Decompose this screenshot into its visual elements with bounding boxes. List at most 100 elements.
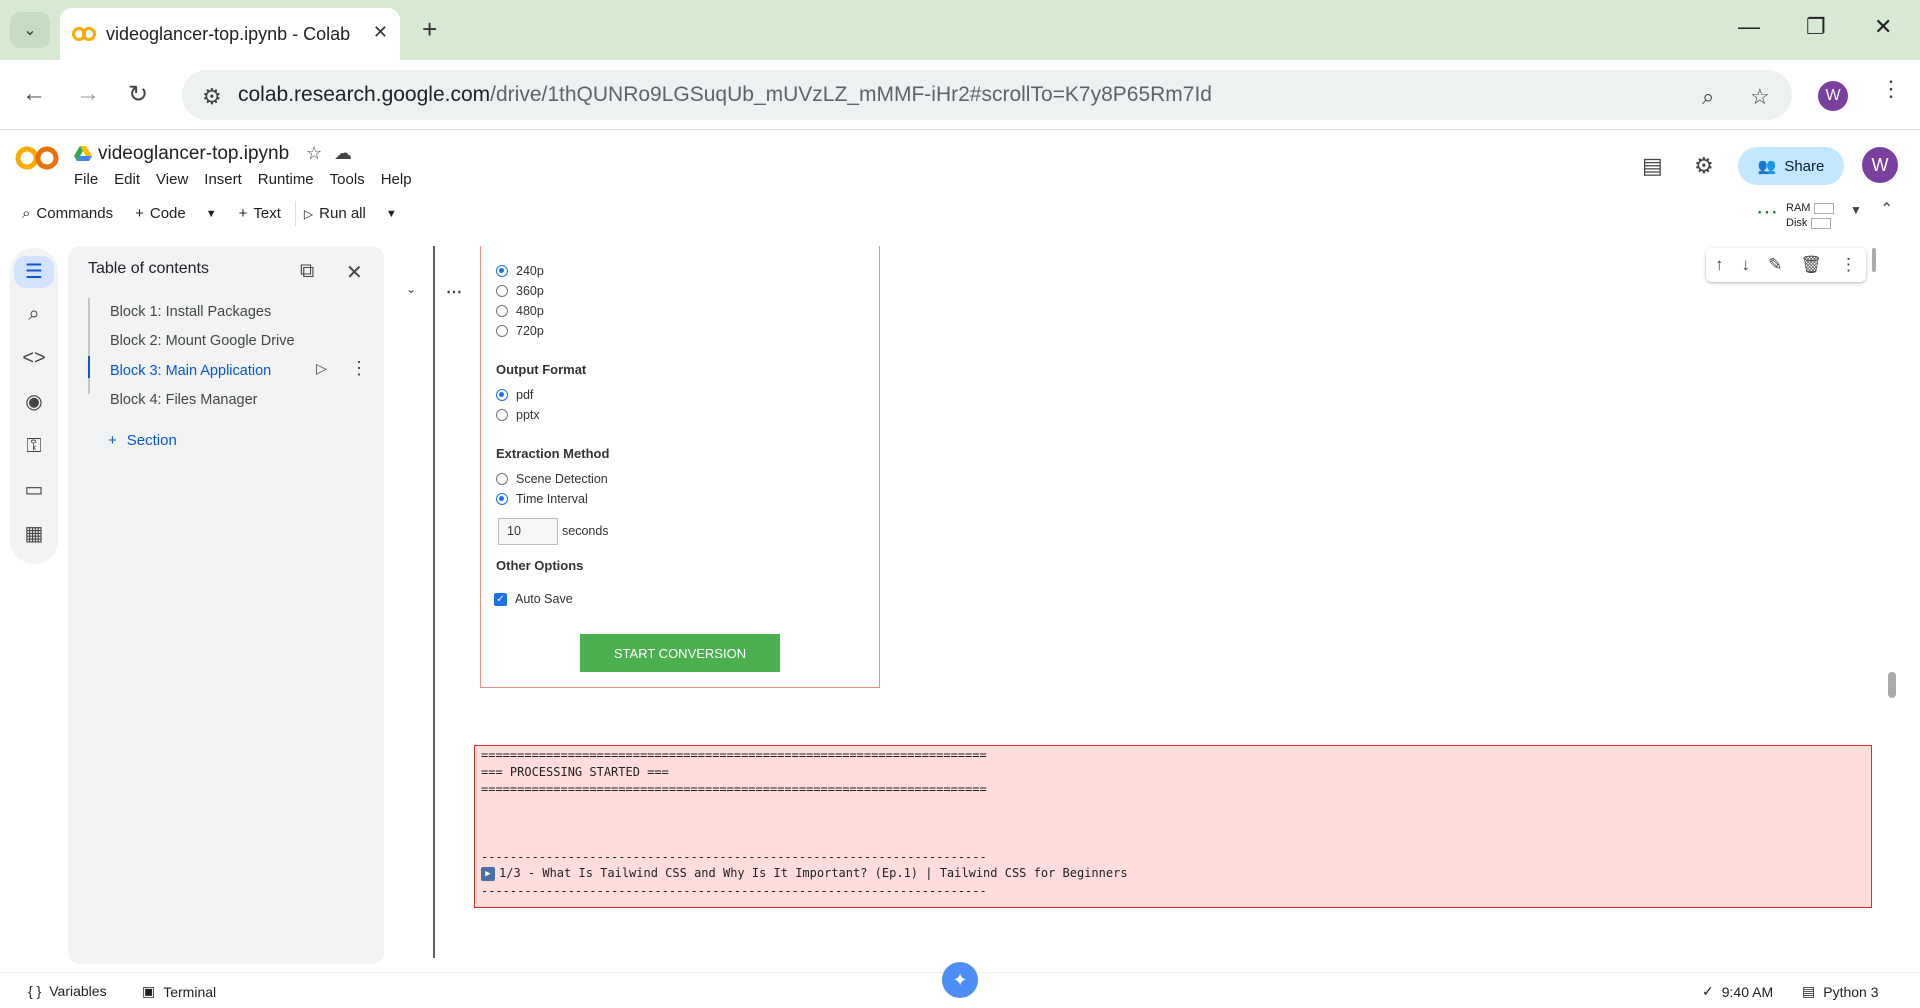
interval-unit: seconds [562,524,609,538]
code-snippets-icon[interactable]: <> [22,346,46,370]
radio-dot [496,305,508,317]
radio-pptx[interactable]: pptx [496,408,540,422]
run-section-icon[interactable]: ▷ [316,360,327,377]
toc-item-active[interactable]: Block 3: Main Application [110,363,271,379]
share-button[interactable]: 👥 Share [1738,147,1844,185]
files-folder-icon[interactable]: ▭ [22,478,46,502]
cell-toolbar: ↑ ↓ ✎ 🗑 ⋮ [1706,248,1866,282]
edit-pencil-icon[interactable]: ✎ [1768,255,1782,275]
radio-scene-detection[interactable]: Scene Detection [496,472,608,486]
colab-logo [15,146,59,170]
close-window-button[interactable]: ✕ [1874,14,1892,40]
comments-icon[interactable]: ▤ [1642,153,1663,179]
add-code-button[interactable]: + Code ▼ [127,201,225,226]
reload-button[interactable]: ↻ [128,80,148,109]
radio-240p[interactable]: 240p [496,264,544,278]
page-scrollbar-thumb[interactable] [1888,672,1896,698]
forward-button[interactable]: → [76,80,100,108]
radio-480p[interactable]: 480p [496,304,544,318]
secrets-key-icon[interactable]: ⚿ [22,434,46,458]
output-line: ----------------------------------------… [481,884,987,898]
add-text-button[interactable]: + Text [231,201,289,226]
toc-item[interactable]: Block 2: Mount Google Drive [110,333,295,349]
terminal-label: Terminal [163,983,217,1000]
menu-edit[interactable]: Edit [114,171,140,188]
url-bar[interactable]: ⚙ colab.research.google.com/drive/1thQUN… [182,70,1792,120]
auto-save-checkbox[interactable]: ✓ Auto Save [494,592,573,606]
execution-status[interactable]: ✓ 9:40 AM [1702,983,1773,1000]
variables-eye-icon[interactable]: ◉ [22,390,46,414]
collapse-cell-chevron-icon[interactable]: ⌄ [406,282,416,296]
browser-menu-icon[interactable]: ⋮ [1880,76,1902,102]
notebook-title[interactable]: videoglancer-top.ipynb [98,143,289,165]
start-conversion-button[interactable]: START CONVERSION [580,634,780,672]
gemini-sparkle-button[interactable]: ✦ [942,962,978,998]
toc-icon[interactable]: ☰ [14,256,54,288]
address-bar-row: ← → ↻ ⚙ colab.research.google.com/drive/… [0,60,1920,130]
bookmark-star-icon[interactable]: ☆ [1750,84,1770,110]
radio-pdf[interactable]: pdf [496,388,533,402]
find-replace-icon[interactable]: ⌕ [22,302,46,326]
collapse-header-icon[interactable]: ⌃ [1880,199,1893,219]
connected-indicator-icon[interactable]: ⋯ [1756,199,1778,225]
restore-button[interactable]: ❐ [1806,14,1826,40]
menu-help[interactable]: Help [381,171,412,188]
radio-dot [496,325,508,337]
run-all-button[interactable]: ▷ Run all ▼ [294,201,405,226]
section-more-icon[interactable]: ⋮ [350,358,368,379]
interval-input[interactable]: 10 [498,518,558,545]
close-icon[interactable]: ✕ [346,260,363,285]
cell-scrollbar-thumb[interactable] [1872,248,1876,272]
caret-down-icon[interactable]: ▼ [386,208,397,220]
browser-tab[interactable]: videoglancer-top.ipynb - Colab ✕ [60,8,400,60]
new-tab-button[interactable]: + [422,14,437,45]
radio-time-interval[interactable]: Time Interval [496,492,588,506]
menu-view[interactable]: View [156,171,188,188]
more-options-icon[interactable]: ⋮ [1840,255,1857,275]
delete-trash-icon[interactable]: 🗑 [1800,255,1822,275]
drive-icon [74,146,92,161]
text-label: Text [253,205,281,222]
toc-active-marker [88,356,90,378]
open-in-tab-icon[interactable]: ⧉ [300,260,314,283]
search-icon: ⌕ [22,205,31,222]
user-avatar[interactable]: W [1862,147,1898,183]
tab-search-button[interactable]: ⌄ [10,12,50,48]
plus-icon: + [108,432,117,449]
variables-button[interactable]: { } Variables [28,983,107,999]
radio-label: 360p [516,284,544,298]
toc-item[interactable]: Block 4: Files Manager [110,392,257,408]
runtime-type[interactable]: ▤ Python 3 [1802,983,1879,1000]
site-info-icon[interactable]: ⚙ [202,84,222,110]
minimize-button[interactable]: — [1738,14,1760,40]
checkmark-icon: ✓ [1702,983,1714,999]
move-down-icon[interactable]: ↓ [1742,255,1751,275]
radio-label: 480p [516,304,544,318]
toc-item[interactable]: Block 1: Install Packages [110,304,271,320]
settings-gear-icon[interactable]: ⚙ [1694,153,1714,179]
tab-close-icon[interactable]: ✕ [373,22,388,43]
commands-button[interactable]: ⌕ Commands [14,201,121,226]
browser-profile-avatar[interactable]: W [1818,81,1848,111]
zoom-icon[interactable]: ⌕ [1702,84,1714,110]
caret-down-icon[interactable]: ▼ [206,208,217,220]
terminal-button[interactable]: ▣ Terminal [142,983,216,1000]
caret-down-icon[interactable]: ▼ [1850,203,1862,217]
radio-360p[interactable]: 360p [496,284,544,298]
menu-insert[interactable]: Insert [204,171,242,188]
menu-runtime[interactable]: Runtime [258,171,314,188]
add-section-button[interactable]: + Section [108,432,177,449]
menu-tools[interactable]: Tools [330,171,365,188]
data-table-icon[interactable]: ▦ [22,522,46,546]
radio-dot [496,285,508,297]
menu-file[interactable]: File [74,171,98,188]
star-icon[interactable]: ☆ [306,143,322,164]
move-up-icon[interactable]: ↑ [1715,255,1724,275]
toc-title: Table of contents [88,260,209,277]
output-line: ----------------------------------------… [481,850,987,864]
back-button[interactable]: ← [22,80,46,108]
cell-more-icon[interactable]: ⋯ [446,282,462,302]
resource-monitor[interactable]: RAM Disk [1786,201,1835,231]
radio-720p[interactable]: 720p [496,324,544,338]
cloud-icon[interactable]: ☁ [334,143,352,164]
